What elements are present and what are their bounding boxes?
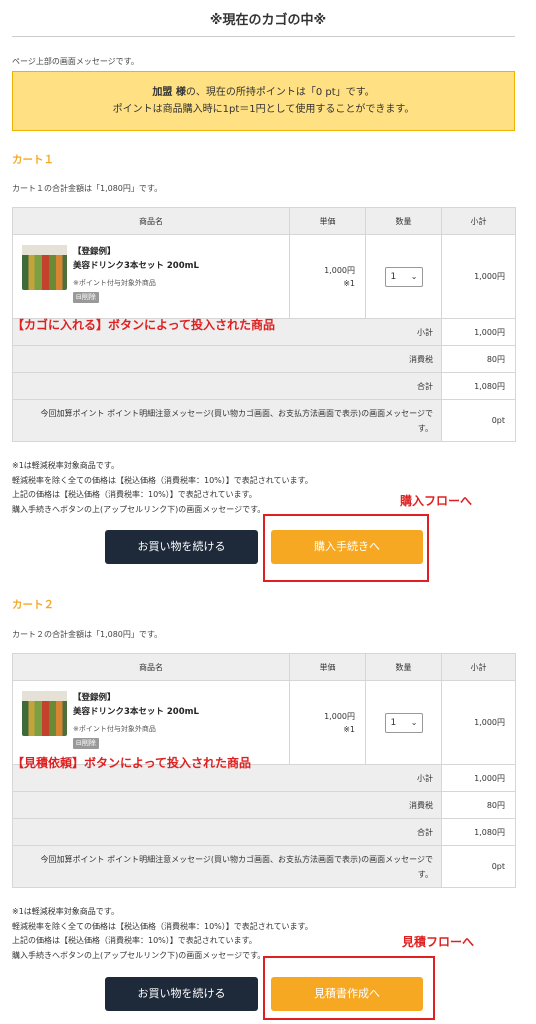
product-tag: 【登録例】 [73,693,116,703]
note-line: 上記の価格は【税込価格（消費税率：10%）】で表記されています。 [12,936,257,945]
line-total: 1,000円 [441,680,516,765]
price-footnote: ※1 [343,278,355,288]
product-cell: 【登録例】 美容ドリンク3本セット 200mL ※ポイント付与対象外商品 ⊟削除 [12,680,290,765]
cart-table-header: 商品名 単価 数量 小計 [12,207,516,235]
col-product-name: 商品名 [12,207,290,235]
product-note: ※ポイント付与対象外商品 [73,279,156,287]
title-divider [12,36,515,37]
product-note: ※ポイント付与対象外商品 [73,725,156,733]
summary-label: 小計 [365,318,442,346]
cart-1-total-message: カート１の合計金額は「1,080円」です。 [12,184,163,193]
member-name: 加盟 様 [152,87,186,98]
annotation-cart-2-product: 【見積依頼】ボタンによって投入された商品 [12,756,252,770]
quantity-cell: 1 ⌄ [365,234,442,319]
product-cell: 【登録例】 美容ドリンク3本セット 200mL ※ポイント付与対象外商品 ⊟削除 [12,234,290,319]
col-subtotal: 小計 [441,207,516,235]
col-quantity: 数量 [365,653,442,681]
points-balance-text: の、現在の所持ポイントは「0 pt」です。 [185,87,375,98]
quantity-value: 1 [390,717,397,728]
product-name: 美容ドリンク3本セット 200mL [73,707,199,717]
summary-value: 1,000円 [441,318,516,346]
quantity-select[interactable]: 1 ⌄ [384,266,423,287]
product-title[interactable]: 【登録例】 美容ドリンク3本セット 200mL [73,691,199,719]
points-notice: 加盟 様の、現在の所持ポイントは「0 pt」です。 ポイントは商品購入時に1pt… [12,71,515,131]
quantity-select[interactable]: 1 ⌄ [384,712,423,733]
quantity-cell: 1 ⌄ [365,680,442,765]
annotation-cart-2-flow: 見積フローへ [402,935,475,949]
cart-1-notes: ※1は軽減税率対象商品です。 軽減税率を除く全ての価格は【税込価格（消費税率：1… [12,459,313,517]
points-value: 0pt [441,399,516,442]
product-name: 美容ドリンク3本セット 200mL [73,261,199,271]
points-value: 0pt [441,845,516,888]
summary-label: 小計 [365,764,442,792]
points-message: 今回加算ポイント ポイント明細注意メッセージ(買い物カゴ画面、お支払方法画面で表… [12,399,442,442]
unit-price-cell: 1,000円 ※1 [289,680,366,765]
table-row: 【登録例】 美容ドリンク3本セット 200mL ※ポイント付与対象外商品 ⊟削除… [12,680,516,765]
summary-label: 消費税 [365,791,442,819]
summary-value: 80円 [441,345,516,373]
quantity-value: 1 [390,271,397,282]
note-line: 上記の価格は【税込価格（消費税率：10%）】で表記されています。 [12,490,257,499]
line-total: 1,000円 [441,234,516,319]
unit-price: 1,000円 [324,711,355,721]
chevron-down-icon: ⌄ [410,271,418,281]
page-title: ※現在のカゴの中※ [209,13,327,28]
col-product-name: 商品名 [12,653,290,681]
points-usage-text: ポイントは商品購入時に1pt＝1円として使用することができます。 [112,104,415,115]
summary-label: 合計 [365,818,442,846]
product-tag: 【登録例】 [73,247,116,257]
cart-1-heading: カート１ [12,154,54,166]
product-image[interactable] [22,245,67,290]
quote-create-button[interactable]: 見積書作成へ [271,977,423,1011]
annotation-cart-1-product: 【カゴに入れる】ボタンによって投入された商品 [12,318,276,332]
col-quantity: 数量 [365,207,442,235]
summary-label: 合計 [365,372,442,400]
chevron-down-icon: ⌄ [410,717,418,727]
summary-value: 80円 [441,791,516,819]
col-unit-price: 単価 [289,653,366,681]
col-subtotal: 小計 [441,653,516,681]
cart-2-total-message: カート２の合計金額は「1,080円」です。 [12,630,163,639]
product-image[interactable] [22,691,67,736]
annotation-cart-1-flow: 購入フローへ [400,494,473,508]
summary-value: 1,000円 [441,764,516,792]
continue-shopping-button[interactable]: お買い物を続ける [105,530,258,564]
points-row: 今回加算ポイント ポイント明細注意メッセージ(買い物カゴ画面、お支払方法画面で表… [12,399,516,442]
summary-row-tax: 消費税 80円 [12,345,516,373]
note-line: ※1は軽減税率対象商品です。 [12,907,119,916]
delete-button[interactable]: ⊟削除 [73,738,99,749]
delete-label: 削除 [81,293,96,301]
summary-label: 消費税 [365,345,442,373]
delete-label: 削除 [81,739,96,747]
table-row: 【登録例】 美容ドリンク3本セット 200mL ※ポイント付与対象外商品 ⊟削除… [12,234,516,319]
note-line: 軽減税率を除く全ての価格は【税込価格（消費税率：10%）】で表記されています。 [12,475,313,485]
product-title[interactable]: 【登録例】 美容ドリンク3本セット 200mL [73,245,199,273]
summary-value: 1,080円 [441,372,516,400]
price-footnote: ※1 [343,724,355,734]
continue-shopping-button[interactable]: お買い物を続ける [105,977,258,1011]
header-message: ページ上部の画面メッセージです。 [12,57,139,66]
points-message: 今回加算ポイント ポイント明細注意メッセージ(買い物カゴ画面、お支払方法画面で表… [12,845,442,888]
note-line: 軽減税率を除く全ての価格は【税込価格（消費税率：10%）】で表記されています。 [12,921,313,931]
delete-button[interactable]: ⊟削除 [73,292,99,303]
summary-value: 1,080円 [441,818,516,846]
summary-row-tax: 消費税 80円 [12,791,516,819]
summary-row-total: 合計 1,080円 [12,818,516,846]
summary-row-total: 合計 1,080円 [12,372,516,400]
cart-table-header: 商品名 単価 数量 小計 [12,653,516,681]
cart-2-heading: カート２ [12,599,54,611]
note-line: ※1は軽減税率対象商品です。 [12,461,119,470]
points-row: 今回加算ポイント ポイント明細注意メッセージ(買い物カゴ画面、お支払方法画面で表… [12,845,516,888]
unit-price-cell: 1,000円 ※1 [289,234,366,319]
col-unit-price: 単価 [289,207,366,235]
checkout-button[interactable]: 購入手続きへ [271,530,423,564]
cart-2-notes: ※1は軽減税率対象商品です。 軽減税率を除く全ての価格は【税込価格（消費税率：1… [12,905,313,963]
unit-price: 1,000円 [324,265,355,275]
